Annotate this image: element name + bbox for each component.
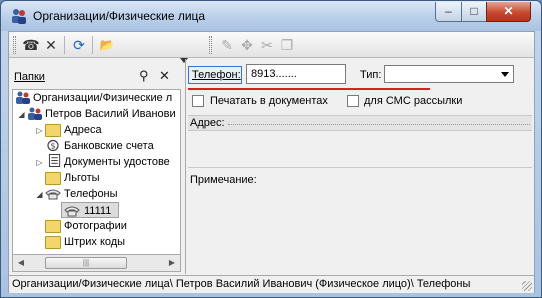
expander-icon[interactable]: ▷ bbox=[35, 158, 44, 167]
tree-item-label: Документы удостове bbox=[64, 156, 170, 168]
open-folder-icon[interactable]: 📂 bbox=[97, 35, 117, 55]
status-path: Организации/Физические лица\ Петров Васи… bbox=[12, 278, 471, 290]
folder-tree[interactable]: Организации/Физические л ◢ Петров Васили… bbox=[12, 89, 181, 255]
close-button[interactable]: ✕ bbox=[486, 2, 531, 22]
toolbar-separator bbox=[92, 36, 93, 54]
close-pane-icon[interactable]: ✕ bbox=[159, 68, 170, 84]
people-icon bbox=[16, 91, 30, 104]
address-section[interactable]: Адрес: bbox=[188, 115, 532, 131]
tree-item-label: Банковские счета bbox=[64, 140, 154, 152]
main-window: Организации/Физические лица – □ ✕ ☎ ✕ ⟳ … bbox=[0, 0, 542, 298]
phone-icon[interactable]: ☎ bbox=[21, 35, 41, 55]
folder-icon bbox=[45, 124, 61, 137]
tree-item-label: Адреса bbox=[64, 124, 102, 136]
window-title: Организации/Физические лица bbox=[33, 9, 206, 23]
refresh-icon[interactable]: ⟳ bbox=[69, 35, 89, 55]
tree-horizontal-scrollbar[interactable]: ◀ ||| ▶ bbox=[12, 255, 181, 272]
tree-item-label: Телефоны bbox=[64, 188, 118, 200]
type-select[interactable] bbox=[384, 65, 514, 83]
scroll-thumb[interactable]: ||| bbox=[45, 257, 127, 269]
copy-icon[interactable]: ❐ bbox=[277, 35, 297, 55]
address-label: Адрес: bbox=[190, 117, 225, 129]
toolbar: ☎ ✕ ⟳ 📂 ✎ ✥ ✂ ❐ bbox=[9, 32, 534, 58]
move-icon[interactable]: ✥ bbox=[237, 35, 257, 55]
print-in-documents-label: Печатать в документах bbox=[210, 95, 328, 107]
resize-grip-icon[interactable] bbox=[522, 281, 532, 291]
folders-pane-title: Папки bbox=[14, 71, 45, 83]
delete-icon[interactable]: ✕ bbox=[41, 35, 61, 55]
tree-item-label: Организации/Физические л bbox=[33, 92, 173, 104]
money-icon: $ bbox=[47, 139, 59, 152]
section-divider bbox=[228, 124, 530, 125]
cut-icon[interactable]: ✂ bbox=[257, 35, 277, 55]
print-in-documents-checkbox[interactable] bbox=[192, 95, 204, 107]
phone-icon bbox=[45, 189, 61, 200]
toolbar-grip[interactable] bbox=[209, 36, 212, 54]
scroll-right-icon[interactable]: ▶ bbox=[164, 255, 180, 271]
note-divider bbox=[188, 167, 532, 168]
type-label: Тип: bbox=[360, 69, 382, 81]
client-area: ☎ ✕ ⟳ 📂 ✎ ✥ ✂ ❐ Папки ⚲ ✕ Организации/Фи… bbox=[8, 31, 535, 293]
folders-pane-header: Папки ⚲ ✕ bbox=[9, 59, 181, 83]
highlight-underline bbox=[188, 88, 430, 90]
tree-item-label: Фотографии bbox=[64, 220, 127, 232]
chevron-down-icon[interactable] bbox=[501, 72, 509, 77]
phone-icon bbox=[64, 206, 80, 217]
binoculars-icon[interactable]: ⚲ bbox=[139, 68, 149, 84]
status-bar: Организации/Физические лица\ Петров Васи… bbox=[9, 275, 534, 293]
expander-icon[interactable]: ◢ bbox=[17, 110, 26, 119]
edit-icon[interactable]: ✎ bbox=[217, 35, 237, 55]
note-label: Примечание: bbox=[190, 174, 257, 186]
expander-icon[interactable]: ▷ bbox=[35, 126, 44, 135]
folder-icon bbox=[45, 236, 61, 249]
minimize-button[interactable]: – bbox=[435, 2, 462, 22]
folders-pane: Папки ⚲ ✕ Организации/Физические л ◢ Пет… bbox=[9, 59, 181, 274]
toolbar-separator bbox=[64, 36, 65, 54]
folder-icon bbox=[45, 220, 61, 233]
sms-mailing-label: для СМС рассылки bbox=[364, 95, 463, 107]
document-icon bbox=[48, 154, 61, 167]
details-pane: Телефон: Тип: Печатать в документах для … bbox=[185, 59, 534, 274]
scroll-left-icon[interactable]: ◀ bbox=[13, 255, 29, 271]
svg-text:$: $ bbox=[51, 142, 56, 151]
tree-item-phone-11111[interactable]: 11111 bbox=[61, 202, 119, 218]
expander-icon[interactable]: ◢ bbox=[35, 190, 44, 199]
tree-item-label: Штрих коды bbox=[64, 236, 126, 248]
tree-item-label: 11111 bbox=[84, 205, 112, 217]
phone-input[interactable] bbox=[246, 64, 346, 84]
person-icon bbox=[28, 107, 42, 120]
phone-label: Телефон: bbox=[192, 69, 241, 81]
phone-label-button[interactable]: Телефон: bbox=[188, 66, 242, 84]
title-bar[interactable]: Организации/Физические лица – □ ✕ bbox=[1, 1, 541, 31]
toolbar-grip[interactable] bbox=[13, 36, 16, 54]
sms-mailing-checkbox[interactable] bbox=[347, 95, 359, 107]
tree-item-label: Петров Василий Иванови bbox=[45, 108, 176, 120]
people-icon bbox=[12, 9, 26, 24]
tree-item-label: Льготы bbox=[64, 172, 100, 184]
folder-icon bbox=[45, 172, 61, 185]
maximize-button[interactable]: □ bbox=[461, 2, 487, 22]
